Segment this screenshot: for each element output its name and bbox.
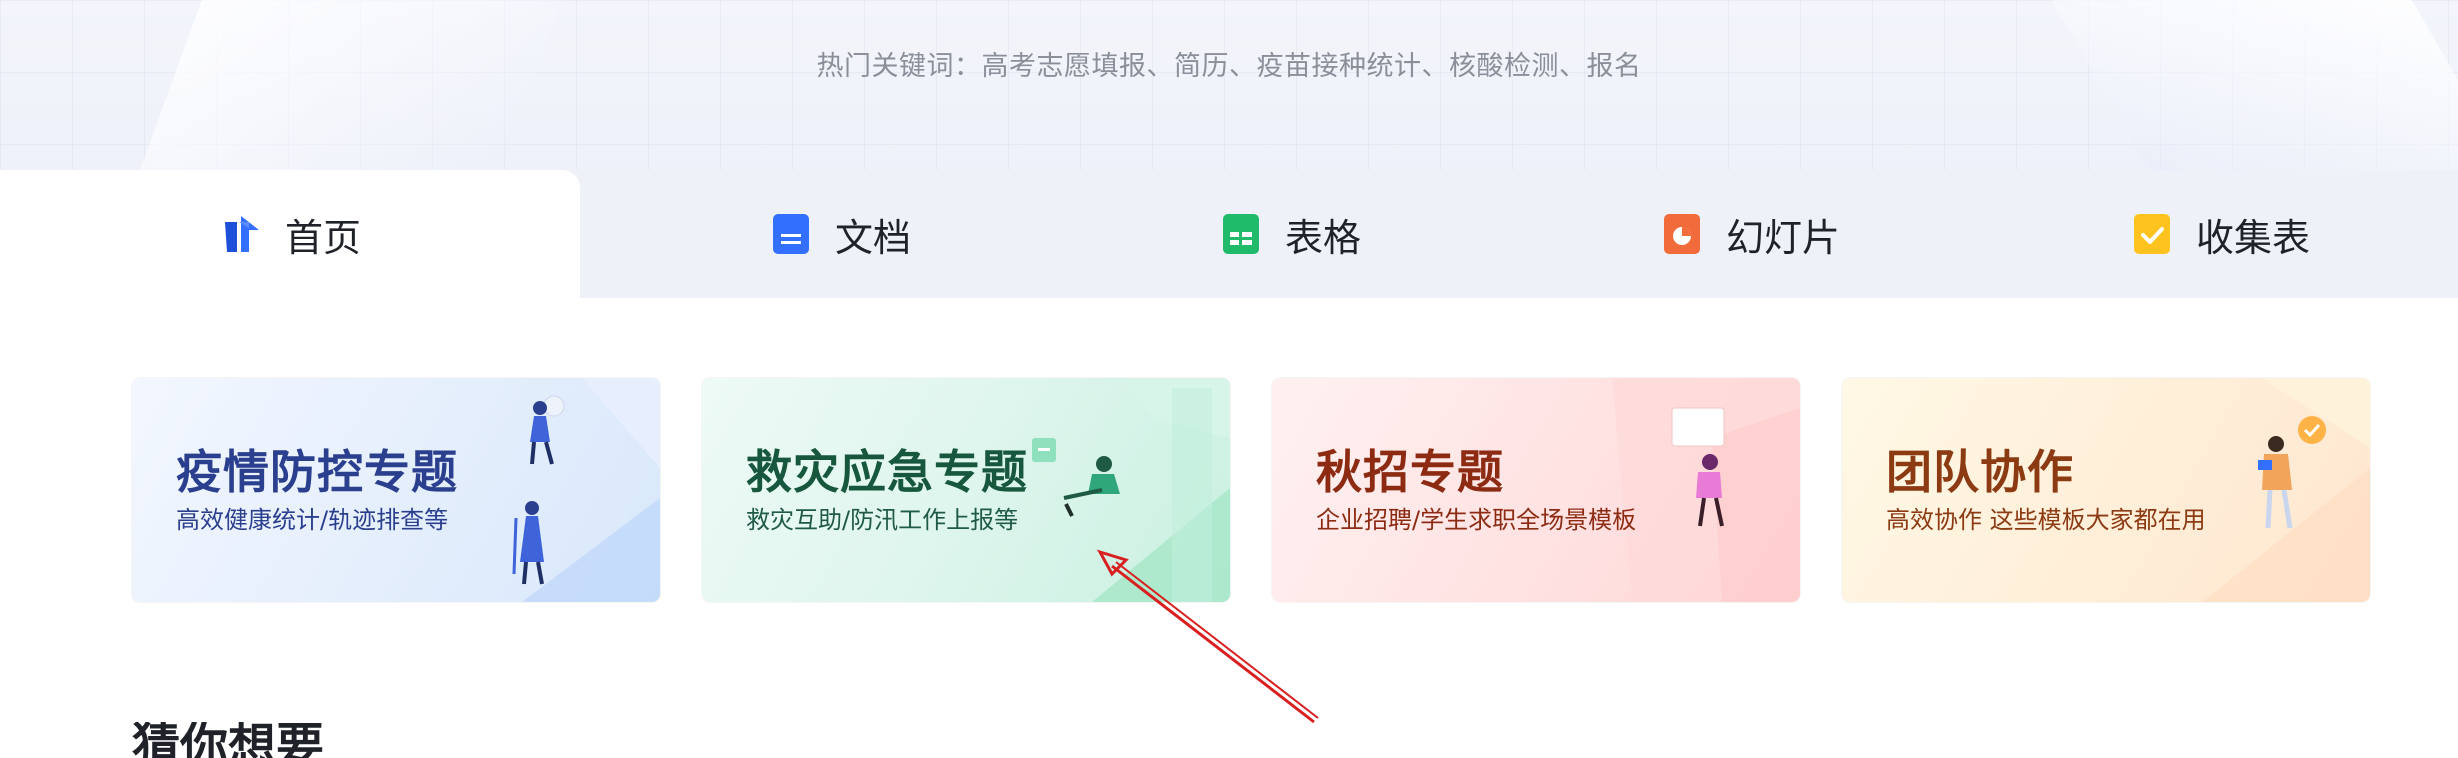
tab-forms[interactable]: 收集表 xyxy=(2010,170,2430,298)
tab-forms-label: 收集表 xyxy=(2195,215,2310,260)
tab-home-label: 首页 xyxy=(284,215,361,260)
banner-subtitle: 高效协作 这些模板大家都在用 xyxy=(1886,506,2206,534)
epidemic-illustration xyxy=(512,378,660,602)
disaster-relief-illustration xyxy=(1032,378,1230,602)
slides-icon xyxy=(1660,212,1704,256)
banner-title: 团队协作 xyxy=(1886,445,2074,499)
banner-subtitle: 救灾互助/防汛工作上报等 xyxy=(746,506,1019,534)
hero-banner: 热门关键词：高考志愿填报、简历、疫苗接种统计、核酸检测、报名 xyxy=(0,0,2458,172)
banner-disaster-relief[interactable]: 救灾应急专题 救灾互助/防汛工作上报等 xyxy=(702,378,1230,602)
tab-slides[interactable]: 幻灯片 xyxy=(1540,170,1960,298)
banner-title: 秋招专题 xyxy=(1316,445,1504,499)
tab-sheets-label: 表格 xyxy=(1284,215,1361,260)
hot-keywords: 热门关键词：高考志愿填报、简历、疫苗接种统计、核酸检测、报名 xyxy=(816,51,1642,82)
banner-subtitle: 高效健康统计/轨迹排查等 xyxy=(176,506,449,534)
banner-title: 救灾应急专题 xyxy=(746,445,1028,499)
sheet-icon xyxy=(1219,212,1263,256)
category-tab-bar: 首页 文档 表格 幻灯片 收集表 xyxy=(0,170,2458,298)
tab-home[interactable]: 首页 xyxy=(0,170,580,298)
tab-docs-label: 文档 xyxy=(834,215,911,260)
form-icon xyxy=(2130,212,2174,256)
banner-subtitle: 企业招聘/学生求职全场景模板 xyxy=(1316,506,1637,534)
banner-team-collaboration[interactable]: 团队协作 高效协作 这些模板大家都在用 xyxy=(1842,378,2370,602)
banner-autumn-recruitment[interactable]: 秋招专题 企业招聘/学生求职全场景模板 xyxy=(1272,378,1800,602)
tab-docs[interactable]: 文档 xyxy=(640,170,1040,298)
home-icon xyxy=(219,212,263,256)
recruitment-illustration xyxy=(1612,378,1800,602)
banner-epidemic-prevention[interactable]: 疫情防控专题 高效健康统计/轨迹排查等 xyxy=(132,378,660,602)
banner-title: 疫情防控专题 xyxy=(176,445,458,499)
doc-icon xyxy=(769,212,813,256)
section-title-recommendations: 猜你想要 xyxy=(132,722,325,758)
tab-sheets[interactable]: 表格 xyxy=(1090,170,1490,298)
collaboration-illustration xyxy=(2202,378,2370,602)
tab-slides-label: 幻灯片 xyxy=(1725,215,1840,260)
